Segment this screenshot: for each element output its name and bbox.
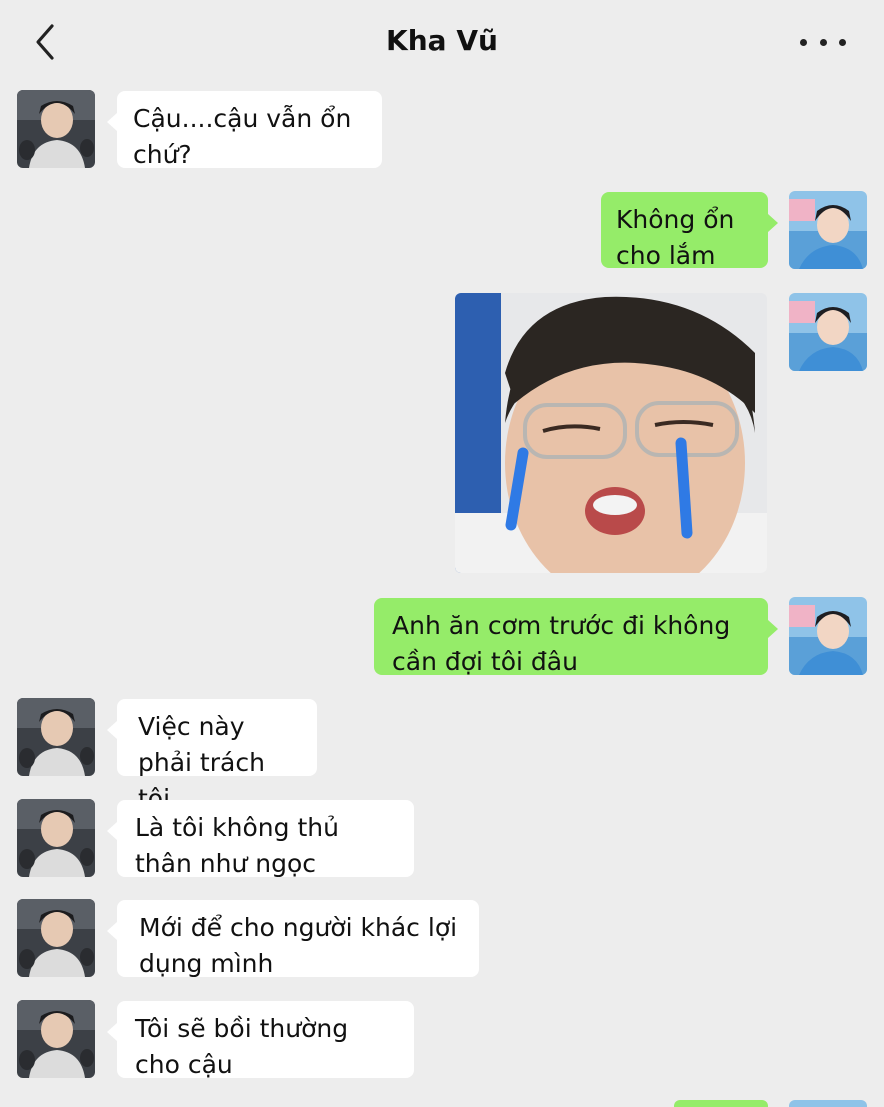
contact-avatar[interactable] [17,899,95,977]
my-avatar[interactable] [789,597,867,675]
message-bubble-incoming[interactable]: Tôi sẽ bồi thường cho cậu [107,1001,414,1079]
chat-header: Kha Vũ [0,0,884,84]
my-avatar[interactable] [789,293,867,371]
chat-title: Kha Vũ [386,24,498,57]
my-avatar[interactable] [789,191,867,269]
message-bubble-incoming[interactable]: Mới để cho người khác lợi dụng mình [107,900,479,978]
message-bubble-outgoing[interactable]: Anh ăn cơm trước đi không cần đợi tôi đâ… [374,598,778,676]
more-options-button[interactable] [800,30,846,54]
contact-avatar[interactable] [17,698,95,776]
my-avatar-partial[interactable] [789,1100,867,1107]
contact-avatar[interactable] [17,799,95,877]
message-bubble-outgoing-partial[interactable] [674,1100,768,1107]
message-bubble-incoming[interactable]: Là tôi không thủ thân như ngọc [107,800,414,878]
crying-face-sticker[interactable] [455,293,767,573]
message-bubble-incoming[interactable]: Việc này phải trách tôi [107,699,317,813]
message-bubble-outgoing[interactable]: Không ổn cho lắm [601,192,778,270]
message-bubble-incoming[interactable]: Cậu....cậu vẫn ổn chứ? [107,91,382,169]
contact-avatar[interactable] [17,90,95,168]
contact-avatar[interactable] [17,1000,95,1078]
more-dots-icon [800,38,807,46]
